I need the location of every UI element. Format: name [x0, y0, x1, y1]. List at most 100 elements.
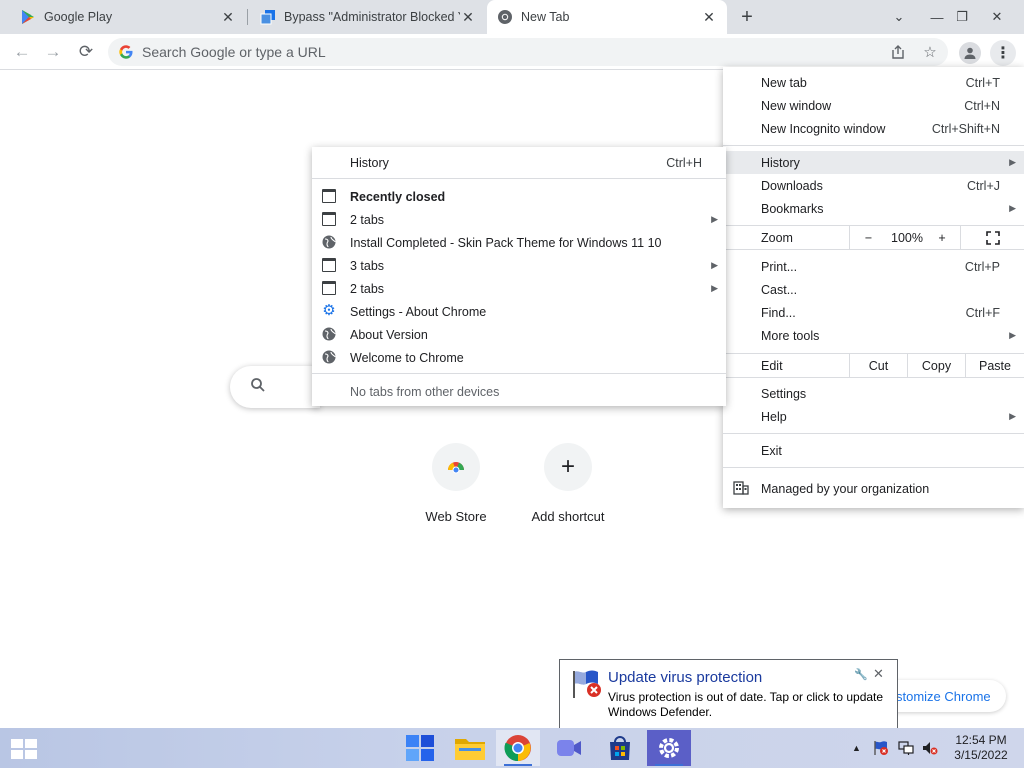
share-icon[interactable] — [888, 42, 908, 62]
menu-item-shortcut: Ctrl+F — [965, 305, 1000, 320]
network-icon[interactable] — [898, 740, 914, 756]
menu-separator — [723, 433, 1024, 434]
menu-item-label: New Incognito window — [761, 121, 886, 136]
ntp-search-box[interactable] — [230, 366, 320, 408]
tab-close-button[interactable]: ✕ — [220, 9, 236, 25]
recently-closed-item[interactable]: Install Completed - Skin Pack Theme for … — [312, 231, 726, 254]
windows-logo[interactable] — [10, 738, 38, 760]
defender-flag-warning-icon — [573, 670, 601, 698]
menu-item-label: Recently closed — [350, 189, 446, 204]
tab-title: Google Play — [44, 10, 113, 24]
defender-tray-warning-icon[interactable] — [873, 740, 889, 756]
menu-item-new-incognito[interactable]: New Incognito window Ctrl+Shift+N — [723, 117, 1024, 140]
microsoft-store-icon[interactable] — [598, 730, 642, 766]
menu-separator — [312, 178, 726, 179]
menu-item-label: No tabs from other devices — [350, 384, 500, 399]
close-window-button[interactable]: ✕ — [980, 0, 1014, 34]
new-tab-button[interactable]: + — [735, 5, 759, 29]
clock-time: 12:54 PM — [955, 733, 1007, 747]
menu-item-label: Cast... — [761, 282, 798, 297]
recently-closed-item[interactable]: ⚙ Settings - About Chrome — [312, 300, 726, 323]
recently-closed-item[interactable]: Welcome to Chrome — [312, 346, 726, 369]
paste-button[interactable]: Paste — [965, 354, 1024, 377]
menu-item-label: Bookmarks — [761, 201, 824, 216]
menu-separator — [723, 145, 1024, 146]
fullscreen-button[interactable] — [960, 226, 1024, 249]
customize-chrome-button[interactable]: stomize Chrome — [880, 680, 1006, 712]
menu-item-label: Install Completed - Skin Pack Theme for … — [350, 235, 662, 250]
cut-button[interactable]: Cut — [849, 354, 907, 377]
shortcut-web-store[interactable]: Web Store — [400, 443, 512, 524]
tab-bypass[interactable]: Bypass "Administrator Blocked Yo ✕ — [250, 0, 486, 34]
menu-item-managed[interactable]: Managed by your organization — [723, 477, 1024, 500]
toolbar: ← → ⟳ Search Google or type a URL ☆ — [0, 34, 1024, 70]
settings-icon[interactable] — [647, 730, 691, 766]
taskbar-clock[interactable]: 12:54 PM 3/15/2022 — [946, 733, 1016, 763]
menu-item-shortcut: Ctrl+T — [965, 75, 1000, 90]
pin-icon[interactable]: 🔧 — [854, 668, 868, 681]
menu-item-label: History — [350, 155, 389, 170]
menu-item-new-window[interactable]: New window Ctrl+N — [723, 94, 1024, 117]
recently-closed-item[interactable]: About Version — [312, 323, 726, 346]
file-explorer-icon[interactable] — [448, 730, 492, 766]
recently-closed-item[interactable]: 2 tabs ▶ — [312, 208, 726, 231]
menu-item-print[interactable]: Print... Ctrl+P — [723, 255, 1024, 278]
chrome-taskbar-icon[interactable] — [496, 730, 540, 766]
menu-item-settings[interactable]: Settings — [723, 382, 1024, 405]
recently-closed-item[interactable]: 3 tabs ▶ — [312, 254, 726, 277]
zoom-out-button[interactable]: − — [849, 226, 887, 249]
submenu-arrow-icon: ▶ — [1009, 157, 1016, 167]
menu-item-label: Zoom — [761, 230, 793, 245]
tab-search-button[interactable]: ⌄ — [882, 0, 916, 34]
tab-title: New Tab — [521, 10, 570, 24]
window-icon — [322, 212, 336, 226]
tab-strip: Google Play ✕ Bypass "Administrator Bloc… — [0, 0, 1024, 34]
profile-avatar[interactable] — [959, 42, 981, 64]
tab-close-button[interactable]: ✕ — [460, 9, 476, 25]
bookmark-star-icon[interactable]: ☆ — [920, 42, 940, 62]
menu-item-label: About Version — [350, 327, 428, 342]
menu-item-label: 3 tabs — [350, 258, 385, 273]
tab-google-play[interactable]: Google Play ✕ — [10, 0, 246, 34]
menu-item-shortcut: Ctrl+P — [964, 259, 1000, 274]
teams-chat-icon[interactable] — [547, 730, 591, 766]
forward-button[interactable]: → — [42, 41, 64, 63]
menu-item-exit[interactable]: Exit — [723, 439, 1024, 462]
tab-close-button[interactable]: ✕ — [701, 9, 717, 25]
reload-button[interactable]: ⟳ — [75, 41, 97, 63]
omnibox-placeholder: Search Google or type a URL — [142, 44, 326, 60]
menu-item-cast[interactable]: Cast... — [723, 278, 1024, 301]
menu-item-label: Help — [761, 409, 787, 424]
menu-item-downloads[interactable]: Downloads Ctrl+J — [723, 174, 1024, 197]
tab-new-tab[interactable]: New Tab ✕ — [487, 0, 727, 34]
menu-item-find[interactable]: Find... Ctrl+F — [723, 301, 1024, 324]
copy-button[interactable]: Copy — [907, 354, 965, 377]
omnibox[interactable]: Search Google or type a URL — [108, 38, 948, 66]
recently-closed-header: Recently closed — [312, 185, 726, 208]
history-menu-item-history[interactable]: History Ctrl+H — [312, 151, 726, 174]
menu-separator — [312, 373, 726, 374]
submenu-arrow-icon: ▶ — [1009, 411, 1016, 421]
shortcut-add[interactable]: + Add shortcut — [512, 443, 624, 524]
volume-muted-icon[interactable] — [922, 740, 938, 756]
menu-item-label: 2 tabs — [350, 281, 385, 296]
restore-button[interactable]: ❐ — [945, 0, 979, 34]
menu-item-new-tab[interactable]: New tab Ctrl+T — [723, 71, 1024, 94]
menu-item-bookmarks[interactable]: Bookmarks ▶ — [723, 197, 1024, 220]
menu-item-help[interactable]: Help ▶ — [723, 405, 1024, 428]
menu-item-history[interactable]: History ▶ — [723, 151, 1024, 174]
menu-item-label: 2 tabs — [350, 212, 385, 227]
defender-notification[interactable]: Update virus protection Virus protection… — [559, 659, 898, 729]
recently-closed-item[interactable]: 2 tabs ▶ — [312, 277, 726, 300]
back-button[interactable]: ← — [11, 41, 33, 63]
google-g-icon — [119, 45, 133, 59]
menu-item-more-tools[interactable]: More tools ▶ — [723, 324, 1024, 347]
close-notification-button[interactable]: ✕ — [873, 666, 884, 682]
chrome-menu-button[interactable]: ⋮ — [990, 40, 1016, 66]
menu-item-label: Settings - About Chrome — [350, 304, 487, 319]
zoom-in-button[interactable]: + — [927, 226, 957, 249]
widgets-icon[interactable] — [398, 730, 442, 766]
show-hidden-icons-chevron-icon[interactable]: ▲ — [852, 743, 861, 753]
menu-item-label: Downloads — [761, 178, 823, 193]
submenu-arrow-icon: ▶ — [1009, 330, 1016, 340]
